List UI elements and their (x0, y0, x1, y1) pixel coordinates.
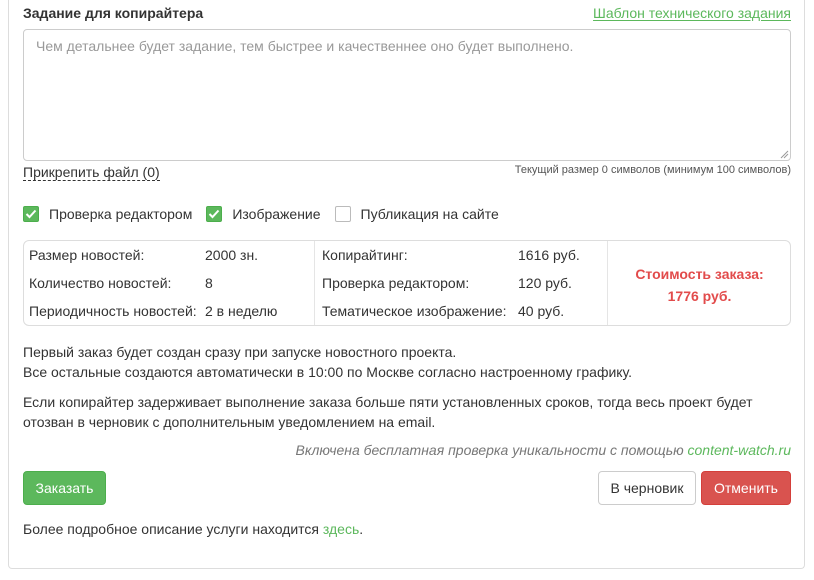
note-delay: Если копирайтер задерживает выполнение з… (23, 394, 753, 410)
draft-button[interactable]: В черновик (598, 471, 696, 505)
section-title: Задание для копирайтера (23, 5, 204, 21)
option-editor-check[interactable]: Проверка редактором (23, 206, 192, 222)
param-value: 2 в неделю (205, 303, 278, 319)
template-link[interactable]: Шаблон технического задания (593, 5, 791, 21)
option-image[interactable]: Изображение (206, 206, 321, 222)
content-watch-link[interactable]: content-watch.ru (688, 442, 792, 458)
param-value: 8 (205, 275, 213, 291)
cost-label: Тематическое изображение: (322, 303, 507, 319)
total-label: Стоимость заказа: (635, 266, 764, 282)
option-publish[interactable]: Публикация на сайте (334, 206, 499, 222)
note-schedule: Все остальные создаются автоматически в … (23, 364, 633, 380)
checkbox-unchecked[interactable] (334, 206, 351, 222)
footer-text: Более подробное описание услуги находитс… (23, 521, 323, 537)
note-delay-cont: отозван в черновик с дополнительным увед… (23, 414, 436, 430)
cost-label: Проверка редактором: (322, 275, 470, 291)
param-label: Количество новостей: (29, 275, 172, 291)
order-button[interactable]: Заказать (23, 471, 106, 505)
param-label: Размер новостей: (29, 247, 145, 263)
order-summary: Размер новостей: 2000 зн. Количество нов… (23, 240, 791, 326)
details-link[interactable]: здесь (323, 521, 359, 537)
attach-file-link[interactable]: Прикрепить файл (0) (23, 164, 160, 181)
checkbox-checked[interactable] (23, 206, 39, 222)
param-value: 2000 зн. (205, 247, 259, 263)
uniqueness-text: Включена бесплатная проверка уникальност… (295, 442, 688, 458)
option-label: Изображение (232, 206, 321, 222)
cost-value: 40 руб. (518, 303, 565, 319)
footer-end: . (359, 521, 364, 537)
cost-value: 1616 руб. (518, 247, 580, 263)
cost-value: 120 руб. (518, 275, 572, 291)
checkbox-checked[interactable] (206, 206, 223, 222)
checkmark-icon (209, 209, 220, 219)
cost-label: Копирайтинг: (322, 247, 408, 263)
option-label: Проверка редактором (49, 206, 193, 222)
resize-grip-icon[interactable] (780, 150, 789, 159)
cancel-button[interactable]: Отменить (701, 471, 791, 505)
task-textarea[interactable] (23, 29, 791, 161)
note-first-order: Первый заказ будет создан сразу при запу… (23, 344, 457, 360)
options-row: Проверка редактором Изображение Публикац… (23, 205, 513, 223)
option-label: Публикация на сайте (360, 206, 499, 222)
footer-note: Более подробное описание услуги находитс… (23, 521, 363, 537)
char-count-info: Текущий размер 0 символов (минимум 100 с… (514, 164, 791, 176)
total-value: 1776 руб. (667, 288, 732, 304)
uniqueness-note: Включена бесплатная проверка уникальност… (296, 442, 791, 458)
checkmark-icon (25, 209, 37, 219)
order-total: Стоимость заказа: 1776 руб. (607, 263, 792, 307)
param-label: Периодичность новостей: (29, 303, 197, 319)
column-divider (314, 241, 315, 325)
